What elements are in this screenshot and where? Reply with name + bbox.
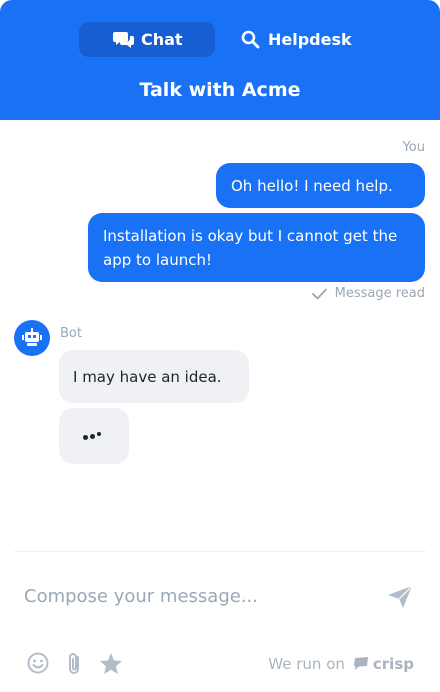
read-status-text: Message read [334,286,425,301]
tab-helpdesk[interactable]: Helpdesk [238,22,362,57]
typing-dot [90,434,95,439]
composer-divider [14,551,426,552]
attachment-paperclip-icon[interactable] [66,651,82,677]
user-sender-label: You [402,140,425,155]
robot-icon [22,328,42,346]
send-paper-plane-icon[interactable] [386,584,414,610]
tab-chat[interactable]: Chat [79,22,215,57]
star-rating-icon[interactable] [99,652,123,675]
read-receipt: Message read [311,286,425,301]
user-message: Oh hello! I need help. [216,163,425,208]
branding-prefix: We run on [268,655,345,673]
chat-title: Talk with Acme [139,79,301,101]
chat-bubbles-icon [113,32,134,48]
crisp-logo-icon [353,657,368,670]
message-input[interactable] [24,586,354,607]
bot-sender-label: Bot [60,326,82,341]
powered-by-branding[interactable]: We run on crisp [268,655,414,673]
checkmark-icon [311,288,327,299]
tab-helpdesk-label: Helpdesk [268,30,352,49]
typing-dot [83,435,88,440]
typing-indicator [59,408,129,464]
chat-header: Chat Helpdesk Talk with Acme [0,0,440,120]
typing-dot [97,432,101,436]
tab-chat-label: Chat [141,30,183,49]
emoji-icon[interactable] [27,652,49,674]
branding-name: crisp [372,655,414,673]
search-icon [241,30,260,49]
user-message: Installation is okay but I cannot get th… [88,213,425,282]
bot-message: I may have an idea. [59,350,249,403]
bot-avatar [14,320,50,356]
chat-widget: Chat Helpdesk Talk with Acme You Oh hell… [0,0,440,692]
